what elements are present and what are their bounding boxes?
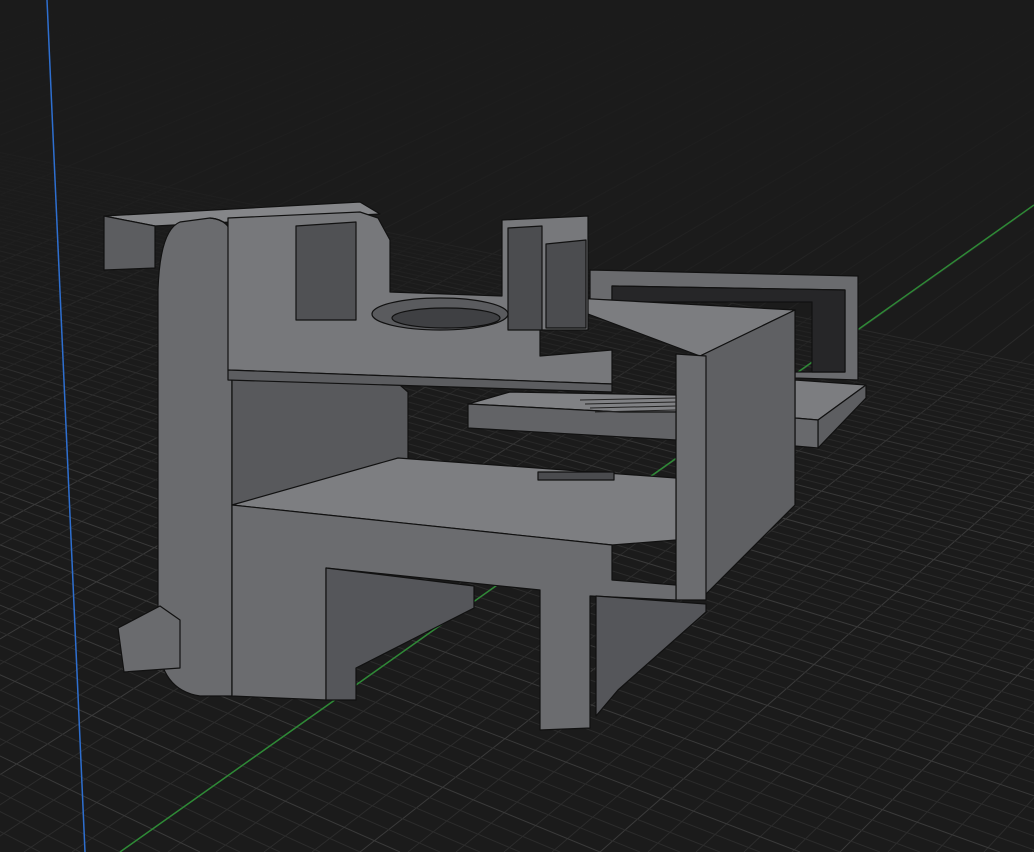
upper-cutout-left bbox=[295, 221, 357, 321]
mount-hole-inner bbox=[391, 307, 501, 329]
left-tab-front bbox=[103, 215, 156, 271]
upper-cutout-mid bbox=[507, 225, 543, 331]
3d-viewport[interactable] bbox=[0, 0, 1034, 852]
right-housing-front bbox=[675, 353, 707, 601]
lower-slot bbox=[537, 471, 615, 481]
upper-cutout-right bbox=[545, 239, 587, 329]
rear-tray-lip bbox=[794, 417, 819, 449]
viewport-canvas[interactable] bbox=[0, 0, 1034, 852]
